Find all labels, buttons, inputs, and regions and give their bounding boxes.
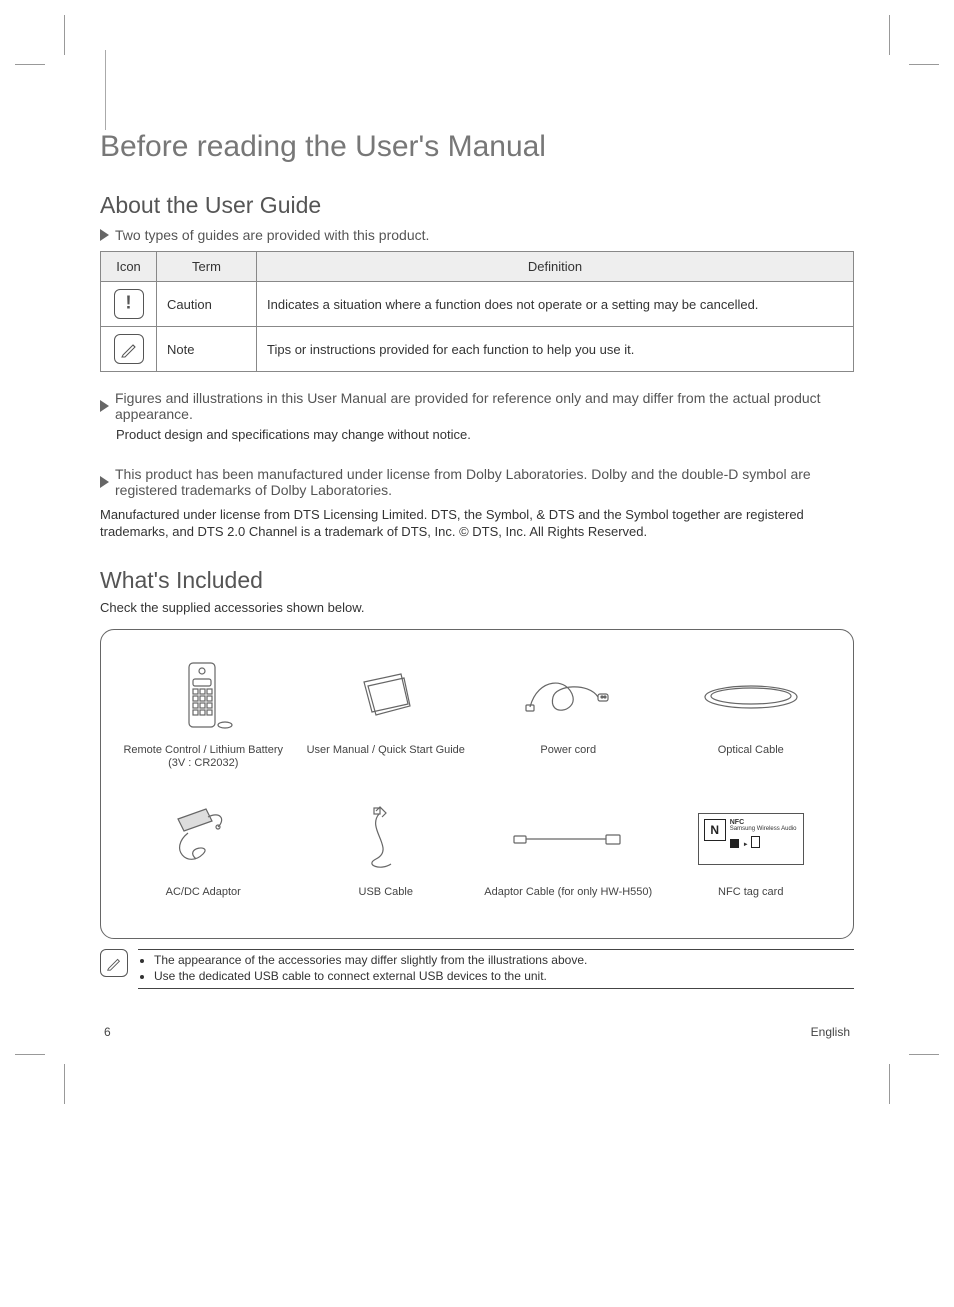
adapter-label: AC/DC Adaptor: [166, 886, 241, 928]
th-definition: Definition: [257, 252, 854, 282]
user-manual-item: User Manual / Quick Start Guide: [302, 654, 471, 786]
power-cord-label: Power cord: [540, 744, 596, 786]
table-row: Note Tips or instructions provided for e…: [101, 327, 854, 372]
adapter-cable-icon: [508, 819, 628, 859]
note-icon: [100, 949, 128, 977]
caution-definition: Indicates a situation where a function d…: [257, 282, 854, 327]
optical-cable-icon: [696, 672, 806, 722]
dolby-row: This product has been manufactured under…: [100, 466, 854, 498]
remote-label: Remote Control / Lithium Battery (3V : C…: [119, 744, 288, 786]
nfc-card-icon: N NFC Samsung Wireless Audio ►: [698, 813, 804, 865]
guide-types-row: Two types of guides are provided with th…: [100, 227, 854, 243]
about-heading: About the User Guide: [100, 192, 854, 219]
page-language: English: [811, 1025, 850, 1039]
note-term: Note: [157, 327, 257, 372]
guide-types-text: Two types of guides are provided with th…: [115, 227, 429, 243]
page-footer: 6 English: [100, 1025, 854, 1039]
figures-note-text: Figures and illustrations in this User M…: [115, 390, 854, 422]
dolby-text: This product has been manufactured under…: [115, 466, 854, 498]
adapter-cable-item: Adaptor Cable (for only HW-H550): [484, 796, 653, 928]
optical-cable-label: Optical Cable: [718, 744, 784, 786]
triangle-icon: [100, 400, 109, 412]
ac-dc-adapter-item: AC/DC Adaptor: [119, 796, 288, 928]
usb-cable-label: USB Cable: [359, 886, 413, 928]
caution-term: Caution: [157, 282, 257, 327]
manual-icon: [346, 662, 426, 732]
footnote-1: The appearance of the accessories may di…: [154, 952, 854, 969]
remote-icon: [163, 657, 243, 737]
power-cord-item: Power cord: [484, 654, 653, 786]
caution-icon: [114, 289, 144, 319]
page-title: Before reading the User's Manual: [100, 130, 854, 164]
whats-included-heading: What's Included: [100, 567, 854, 594]
power-cord-icon: [518, 667, 618, 727]
icon-definition-table: Icon Term Definition Caution Indicates a…: [100, 251, 854, 372]
page-number: 6: [104, 1025, 111, 1039]
optical-cable-item: Optical Cable: [667, 654, 836, 786]
note-definition: Tips or instructions provided for each f…: [257, 327, 854, 372]
usb-cable-icon: [346, 799, 426, 879]
dts-text: Manufactured under license from DTS Lice…: [100, 506, 854, 541]
footnotes: The appearance of the accessories may di…: [138, 949, 854, 990]
accessories-box: Remote Control / Lithium Battery (3V : C…: [100, 629, 854, 939]
design-change-text: Product design and specifications may ch…: [116, 426, 854, 444]
remote-control-item: Remote Control / Lithium Battery (3V : C…: [119, 654, 288, 786]
th-icon: Icon: [101, 252, 157, 282]
adapter-cable-label: Adaptor Cable (for only HW-H550): [484, 886, 652, 928]
nfc-tag-item: N NFC Samsung Wireless Audio ► NFC tag c…: [667, 796, 836, 928]
triangle-icon: [100, 229, 109, 241]
figures-note-row: Figures and illustrations in this User M…: [100, 390, 854, 422]
usb-cable-item: USB Cable: [302, 796, 471, 928]
whats-included-intro: Check the supplied accessories shown bel…: [100, 600, 854, 615]
adapter-icon: [158, 799, 248, 879]
table-row: Caution Indicates a situation where a fu…: [101, 282, 854, 327]
triangle-icon: [100, 476, 109, 488]
manual-label: User Manual / Quick Start Guide: [307, 744, 465, 786]
nfc-label: NFC tag card: [718, 886, 783, 928]
note-icon: [114, 334, 144, 364]
footnote-2: Use the dedicated USB cable to connect e…: [154, 968, 854, 985]
th-term: Term: [157, 252, 257, 282]
